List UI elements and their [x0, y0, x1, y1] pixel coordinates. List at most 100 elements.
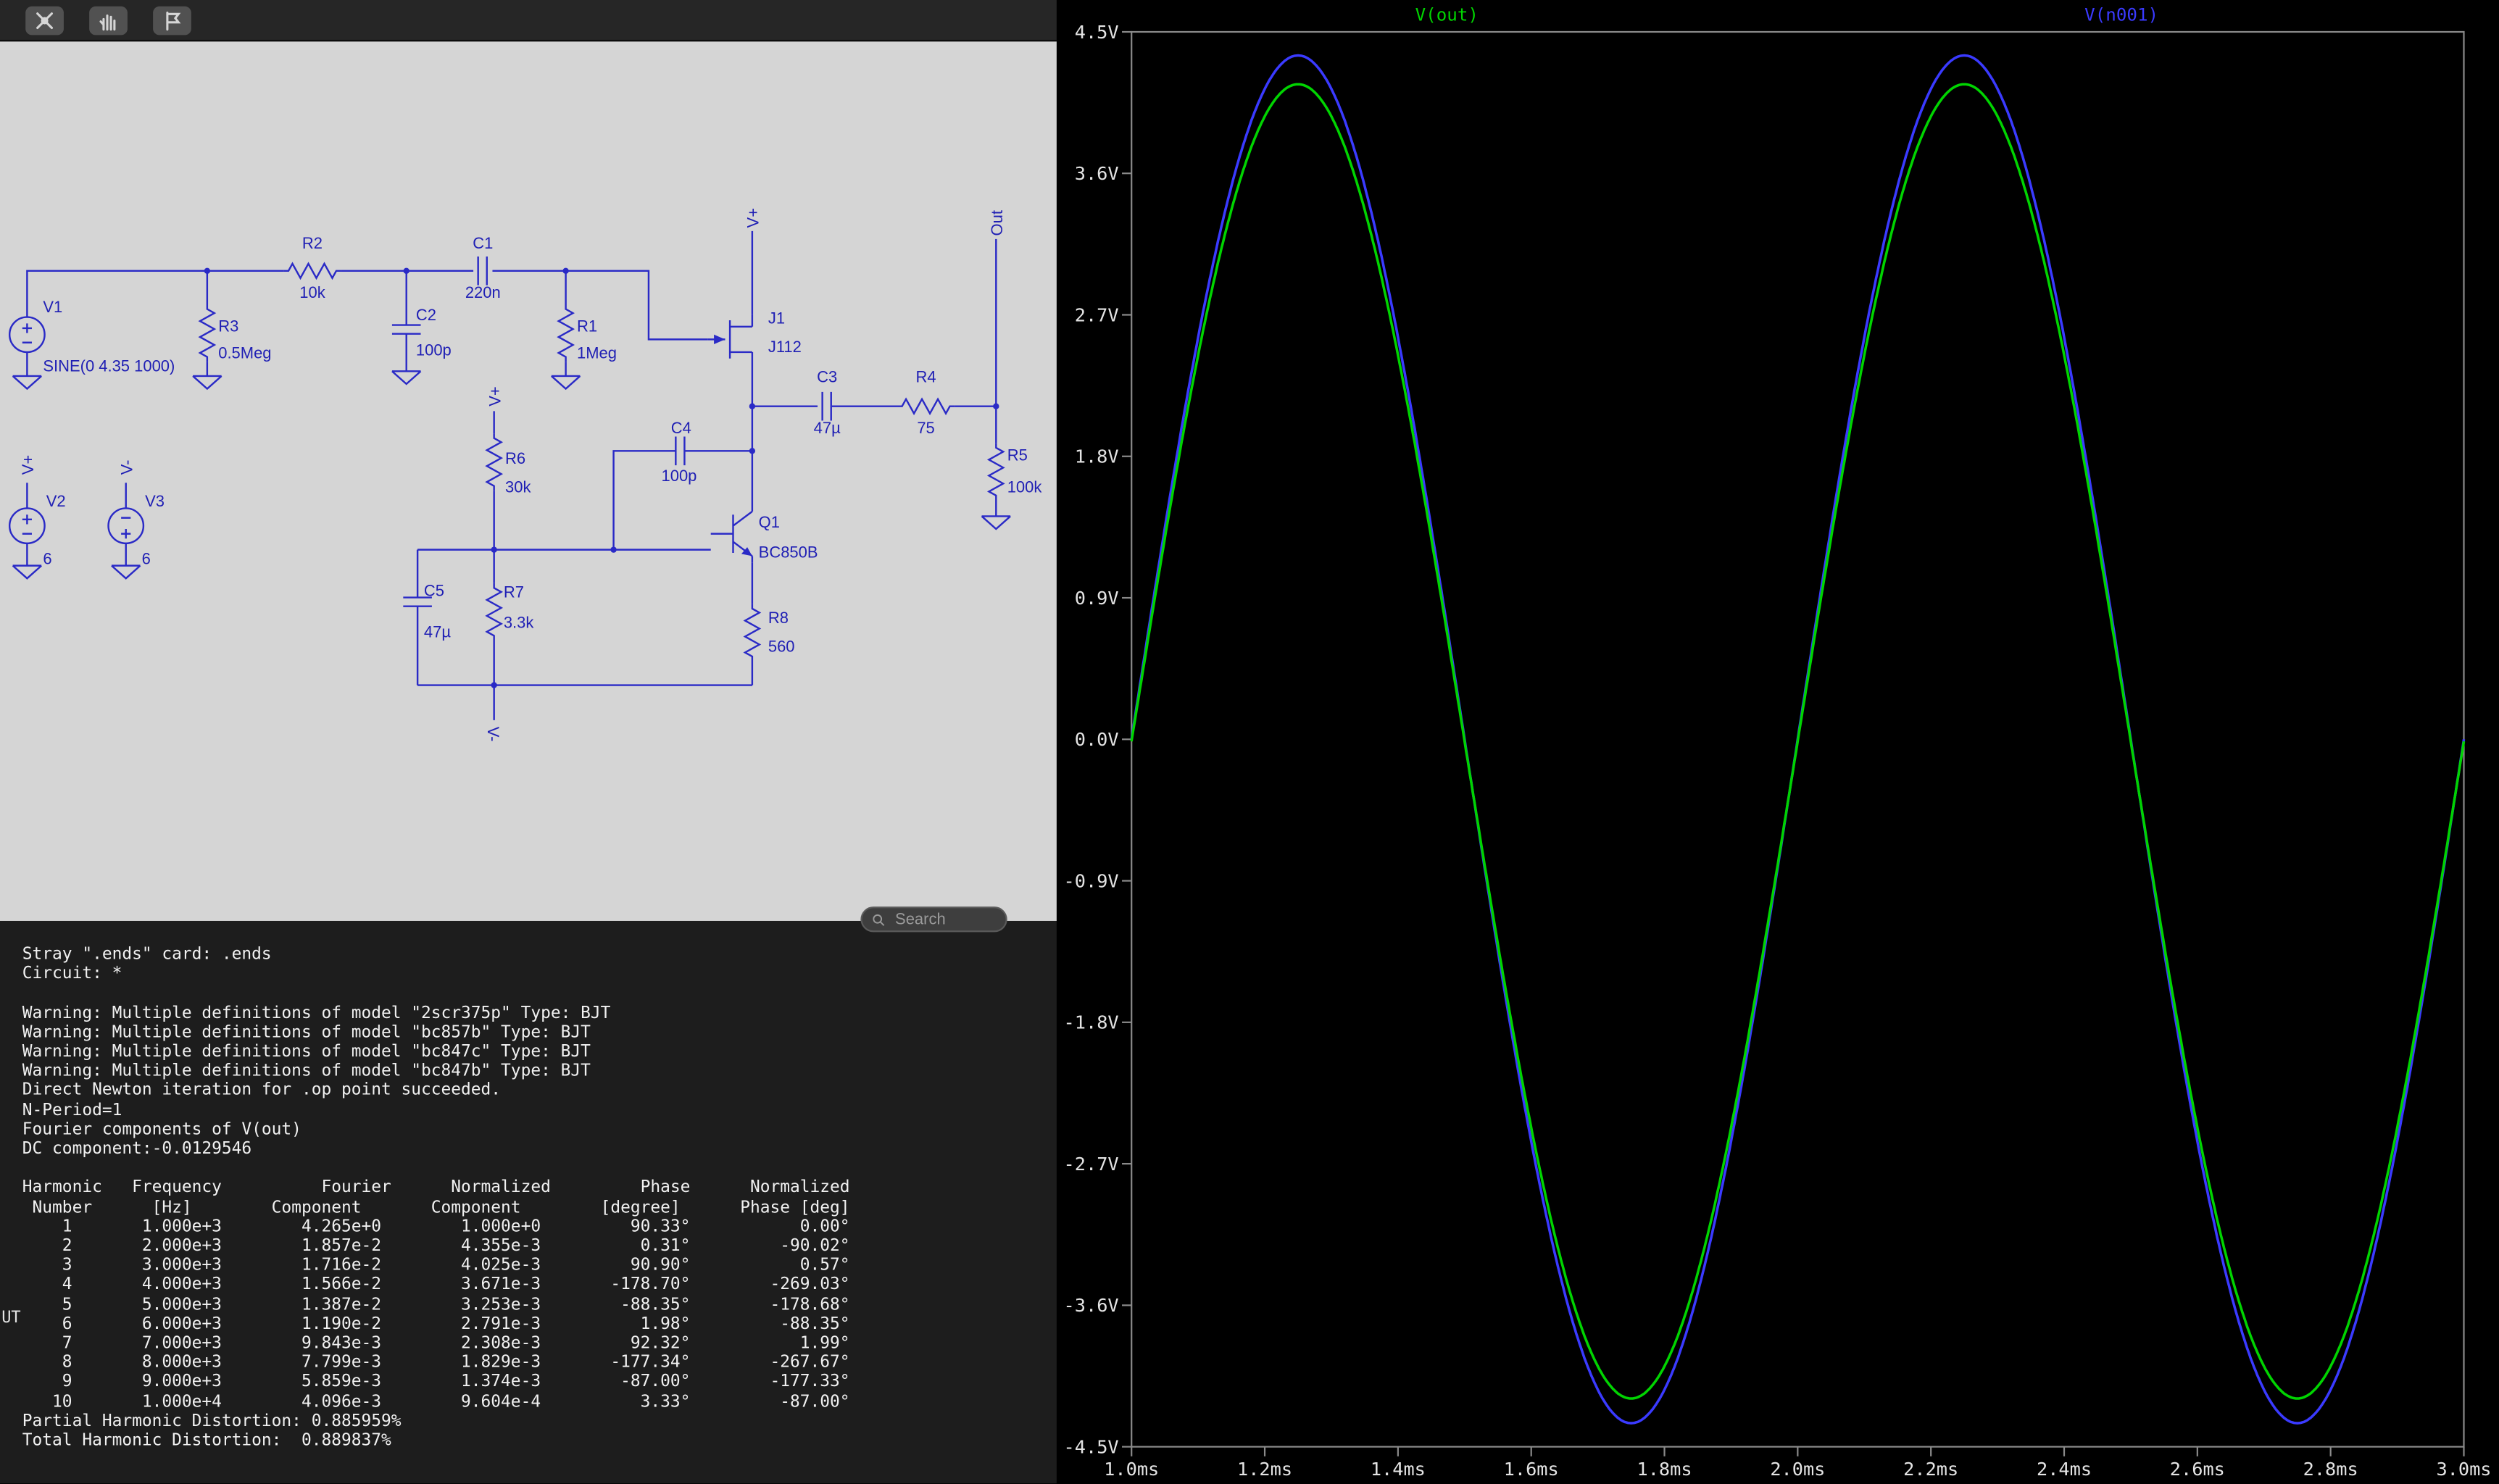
v3-value[interactable]: 6 — [142, 549, 151, 567]
r5-resistor[interactable] — [989, 443, 1003, 500]
c1-ref[interactable]: C1 — [473, 234, 493, 252]
vminus-flag[interactable]: V- — [118, 460, 136, 475]
v1-value[interactable]: SINE(0 4.35 1000) — [43, 357, 175, 375]
v2-value[interactable]: 6 — [43, 549, 51, 567]
svg-text:1.4ms: 1.4ms — [1371, 1459, 1426, 1480]
v3-source[interactable] — [109, 508, 144, 543]
r3-value[interactable]: 0.5Meg — [218, 344, 271, 362]
r1-ref[interactable]: R1 — [577, 317, 597, 335]
svg-text:1.2ms: 1.2ms — [1237, 1459, 1292, 1480]
search-input[interactable] — [892, 909, 997, 930]
svg-text:1.8ms: 1.8ms — [1637, 1459, 1692, 1480]
svg-text:1.8V: 1.8V — [1075, 446, 1119, 467]
v1-ref[interactable]: V1 — [43, 298, 62, 316]
vplus-flag[interactable]: V+ — [744, 208, 762, 228]
c1-capacitor[interactable] — [478, 257, 487, 285]
schematic-canvas[interactable]: V1 SINE(0 4.35 1000) R2 10k C1 220n R3 0… — [0, 41, 1057, 921]
svg-text:2.6ms: 2.6ms — [2170, 1459, 2225, 1480]
waveform-plot[interactable]: V(out) V(n001) 4.5V3.6V2.7V1.8V0.9V0.0V-… — [1057, 0, 2499, 1483]
r8-ref[interactable]: R8 — [768, 609, 789, 627]
r3-resistor[interactable] — [200, 304, 215, 362]
ground-symbol — [982, 516, 1011, 529]
r6-resistor[interactable] — [487, 433, 502, 491]
r6-ref[interactable]: R6 — [505, 449, 525, 467]
r1-resistor[interactable] — [559, 304, 573, 362]
legend-vout[interactable]: V(out) — [1415, 5, 1479, 26]
ground-symbol — [392, 371, 421, 384]
r4-ref[interactable]: R4 — [916, 368, 936, 386]
svg-text:0.0V: 0.0V — [1075, 729, 1119, 750]
svg-text:-1.8V: -1.8V — [1064, 1012, 1119, 1033]
v2-source[interactable] — [9, 508, 44, 543]
vminus-flag[interactable]: V- — [484, 727, 502, 742]
terminal-output: Stray ".ends" card: .ends Circuit: * War… — [0, 921, 1057, 1451]
app-window: V1 SINE(0 4.35 1000) R2 10k C1 220n R3 0… — [0, 0, 2499, 1483]
svg-text:-0.9V: -0.9V — [1064, 870, 1119, 891]
svg-text:3.0ms: 3.0ms — [2436, 1459, 2491, 1480]
svg-text:0.9V: 0.9V — [1075, 588, 1119, 609]
vplus-flag[interactable]: V+ — [19, 455, 37, 475]
ground-symbol — [13, 566, 42, 579]
r4-value[interactable]: 75 — [917, 419, 934, 437]
search-box[interactable] — [860, 906, 1007, 932]
c4-ref[interactable]: C4 — [671, 419, 691, 437]
j1-jfet[interactable] — [707, 314, 752, 364]
svg-text:-4.5V: -4.5V — [1064, 1436, 1119, 1457]
r6-value[interactable]: 30k — [505, 478, 531, 496]
hand-button[interactable] — [89, 6, 128, 35]
c5-value[interactable]: 47µ — [424, 623, 451, 641]
j1-value[interactable]: J112 — [768, 338, 802, 356]
c3-capacitor[interactable] — [823, 392, 831, 421]
title-bar — [0, 0, 1057, 41]
r8-value[interactable]: 560 — [768, 637, 795, 655]
c2-ref[interactable]: C2 — [416, 306, 436, 324]
c3-value[interactable]: 47µ — [814, 419, 841, 437]
q1-value[interactable]: BC850B — [759, 543, 818, 562]
c2-value[interactable]: 100p — [416, 341, 452, 359]
r2-resistor[interactable] — [283, 264, 341, 278]
svg-text:-3.6V: -3.6V — [1064, 1295, 1119, 1316]
hand-icon — [97, 9, 120, 31]
r4-resistor[interactable] — [897, 399, 955, 414]
svg-text:2.7V: 2.7V — [1075, 304, 1119, 325]
j1-ref[interactable]: J1 — [768, 309, 785, 327]
r2-value[interactable]: 10k — [299, 283, 325, 301]
q1-npn[interactable] — [711, 505, 752, 562]
v2-ref[interactable]: V2 — [46, 492, 66, 510]
clipped-output-label: UT — [1, 1309, 20, 1327]
v1-source[interactable] — [9, 317, 44, 352]
plot-svg: 4.5V3.6V2.7V1.8V0.9V0.0V-0.9V-1.8V-2.7V-… — [1057, 0, 2499, 1483]
svg-text:2.4ms: 2.4ms — [2037, 1459, 2092, 1480]
v3-ref[interactable]: V3 — [145, 492, 165, 510]
svg-text:4.5V: 4.5V — [1075, 22, 1119, 43]
search-icon — [872, 911, 886, 928]
legend-vn001[interactable]: V(n001) — [2084, 5, 2158, 26]
r3-ref[interactable]: R3 — [218, 317, 238, 335]
tools-button[interactable] — [25, 6, 64, 35]
log-panel[interactable]: Stray ".ends" card: .ends Circuit: * War… — [0, 921, 1057, 1483]
c1-value[interactable]: 220n — [465, 283, 501, 301]
c4-value[interactable]: 100p — [662, 467, 697, 485]
flag-button[interactable] — [153, 6, 191, 35]
c2-capacitor[interactable] — [392, 325, 421, 334]
r1-value[interactable]: 1Meg — [577, 344, 617, 362]
svg-text:2.8ms: 2.8ms — [2303, 1459, 2358, 1480]
ground-symbol — [193, 376, 222, 389]
schematic-labels: V1 SINE(0 4.35 1000) R2 10k C1 220n R3 0… — [19, 208, 1042, 742]
r7-ref[interactable]: R7 — [504, 583, 524, 601]
r7-resistor[interactable] — [487, 583, 502, 641]
r2-ref[interactable]: R2 — [302, 234, 323, 252]
svg-text:-2.7V: -2.7V — [1064, 1154, 1119, 1175]
svg-text:2.2ms: 2.2ms — [1903, 1459, 1958, 1480]
out-flag[interactable]: Out — [988, 210, 1006, 235]
r5-value[interactable]: 100k — [1007, 478, 1043, 496]
r5-ref[interactable]: R5 — [1007, 446, 1028, 464]
r8-resistor[interactable] — [745, 604, 760, 661]
vplus-flag[interactable]: V+ — [486, 386, 504, 406]
c4-capacitor[interactable] — [675, 436, 684, 465]
c3-ref[interactable]: C3 — [817, 368, 837, 386]
q1-ref[interactable]: Q1 — [759, 513, 780, 531]
svg-text:2.0ms: 2.0ms — [1770, 1459, 1825, 1480]
c5-ref[interactable]: C5 — [424, 581, 444, 599]
r7-value[interactable]: 3.3k — [504, 613, 535, 631]
